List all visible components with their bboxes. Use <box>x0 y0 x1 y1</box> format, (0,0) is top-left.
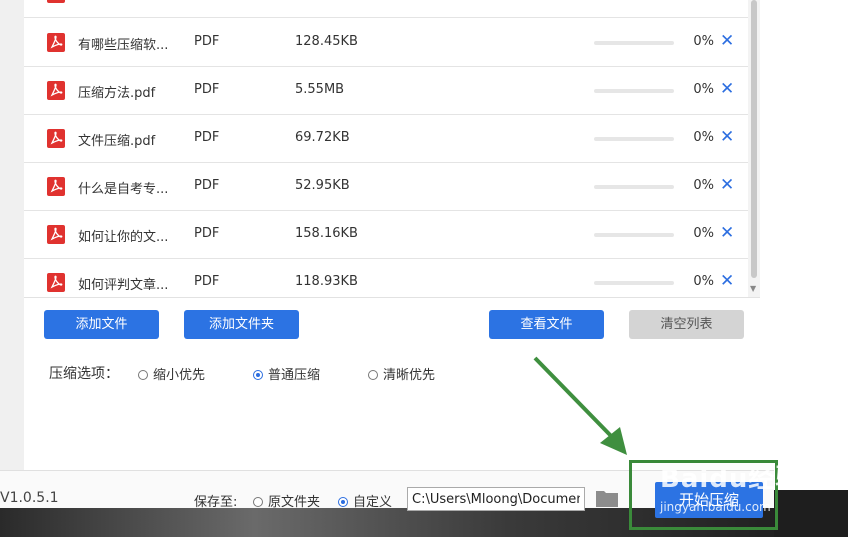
radio-icon[interactable] <box>368 370 378 380</box>
background-photo-corner <box>774 490 848 537</box>
file-name: 什么是自考专... <box>78 182 169 197</box>
file-list: 有哪些压缩软... PDF 128.45KB 0% ✕ 压缩方法.pdf PDF… <box>24 0 760 298</box>
remove-file-icon[interactable]: ✕ <box>720 127 734 147</box>
option-label: 清晰优先 <box>383 368 436 383</box>
watermark-url: jingyan.baidu.com <box>660 500 771 514</box>
progress-percent: 0% <box>693 82 714 97</box>
save-to-label: 保存至: <box>194 495 238 510</box>
table-row: 什么是自考专... PDF 52.95KB 0% ✕ <box>24 163 760 211</box>
progress-percent: 0% <box>693 130 714 145</box>
add-file-button[interactable]: 添加文件 <box>44 310 159 339</box>
progress-bar <box>594 233 674 237</box>
file-type: PDF <box>194 226 220 241</box>
version-label: V1.0.5.1 <box>0 490 59 506</box>
option-label: 普通压缩 <box>268 368 321 383</box>
progress-bar <box>594 185 674 189</box>
table-row: 文件压缩.pdf PDF 69.72KB 0% ✕ <box>24 115 760 163</box>
table-row <box>24 0 760 18</box>
folder-icon[interactable] <box>595 488 619 512</box>
progress-percent: 0% <box>693 178 714 193</box>
remove-file-icon[interactable]: ✕ <box>720 31 734 51</box>
file-name: 压缩方法.pdf <box>78 86 156 101</box>
option-label: 自定义 <box>353 495 393 510</box>
file-type: PDF <box>194 178 220 193</box>
file-name: 如何让你的文... <box>78 230 169 245</box>
save-original-folder[interactable]: 原文件夹 <box>253 491 320 510</box>
radio-icon[interactable] <box>138 370 148 380</box>
pdf-icon <box>47 129 65 148</box>
file-type: PDF <box>194 82 220 97</box>
annotation-arrow-icon <box>533 356 627 455</box>
compress-options-label: 压缩选项： <box>49 366 119 382</box>
option-clearer[interactable]: 清晰优先 <box>368 364 435 383</box>
radio-icon[interactable] <box>253 497 263 507</box>
pdf-icon <box>47 0 65 3</box>
file-name: 如何评判文章... <box>78 278 169 293</box>
main-panel: 有哪些压缩软... PDF 128.45KB 0% ✕ 压缩方法.pdf PDF… <box>24 0 774 470</box>
pdf-icon <box>47 81 65 100</box>
file-size: 5.55MB <box>295 82 345 97</box>
progress-percent: 0% <box>693 226 714 241</box>
add-folder-button[interactable]: 添加文件夹 <box>184 310 299 339</box>
pdf-icon <box>47 33 65 52</box>
watermark: Baidu经验 <box>660 464 803 494</box>
table-row: 压缩方法.pdf PDF 5.55MB 0% ✕ <box>24 67 760 115</box>
file-name: 有哪些压缩软... <box>78 38 169 53</box>
remove-file-icon[interactable]: ✕ <box>720 175 734 195</box>
window-left-edge <box>0 0 24 470</box>
pdf-icon <box>47 225 65 244</box>
file-type: PDF <box>194 130 220 145</box>
file-size: 118.93KB <box>295 274 358 289</box>
file-type: PDF <box>194 274 220 289</box>
option-label: 原文件夹 <box>268 495 321 510</box>
save-custom[interactable]: 自定义 <box>338 491 392 510</box>
remove-file-icon[interactable]: ✕ <box>720 79 734 99</box>
file-size: 158.16KB <box>295 226 358 241</box>
scroll-down-icon[interactable]: ▼ <box>750 284 756 293</box>
table-row: 有哪些压缩软... PDF 128.45KB 0% ✕ <box>24 19 760 67</box>
pdf-icon <box>47 177 65 196</box>
clear-list-button[interactable]: 清空列表 <box>629 310 744 339</box>
scrollbar-thumb[interactable] <box>751 0 757 278</box>
file-name: 文件压缩.pdf <box>78 134 156 149</box>
file-size: 52.95KB <box>295 178 350 193</box>
radio-checked-icon[interactable] <box>338 497 348 507</box>
progress-bar <box>594 281 674 285</box>
file-size: 69.72KB <box>295 130 350 145</box>
option-label: 缩小优先 <box>153 368 206 383</box>
option-normal[interactable]: 普通压缩 <box>253 364 320 383</box>
remove-file-icon[interactable]: ✕ <box>720 271 734 291</box>
file-size: 128.45KB <box>295 34 358 49</box>
option-smaller[interactable]: 缩小优先 <box>138 364 205 383</box>
file-type: PDF <box>194 34 220 49</box>
progress-bar <box>594 137 674 141</box>
remove-file-icon[interactable]: ✕ <box>720 223 734 243</box>
progress-percent: 0% <box>693 34 714 49</box>
window-right-edge <box>774 0 848 537</box>
progress-bar <box>594 41 674 45</box>
save-path-input[interactable] <box>407 487 585 511</box>
radio-checked-icon[interactable] <box>253 370 263 380</box>
list-scrollbar[interactable]: ▼ <box>748 0 760 297</box>
view-files-button[interactable]: 查看文件 <box>489 310 604 339</box>
table-row: 如何让你的文... PDF 158.16KB 0% ✕ <box>24 211 760 259</box>
table-row: 如何评判文章... PDF 118.93KB 0% ✕ <box>24 259 760 297</box>
progress-bar <box>594 89 674 93</box>
pdf-icon <box>47 273 65 292</box>
progress-percent: 0% <box>693 274 714 289</box>
